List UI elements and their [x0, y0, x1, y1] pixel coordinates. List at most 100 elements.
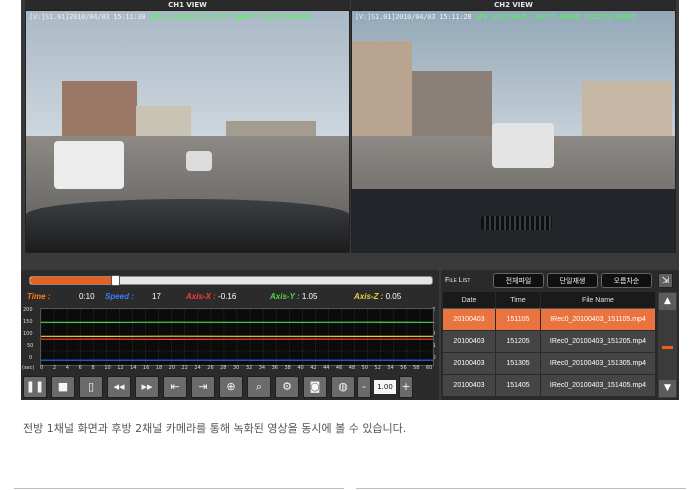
playback-toolbar: - 1.00 + ❚❚ ■ ▯ ◂◂ ▸▸ ⇤ ⇥ ⊕ ⌕ ⚙ ◙ ◍ — [23, 376, 435, 398]
cell-file-name: IRec0_20100403_151105.mp4 — [550, 316, 646, 323]
single-play-button[interactable]: 단일재생 — [547, 273, 598, 288]
graph-x-tick: 34 — [258, 365, 266, 371]
graph-x-tick: 18 — [155, 365, 163, 371]
ch1-scene-truck — [54, 141, 124, 189]
cell-time: 151405 — [496, 375, 541, 396]
ch2-video-panel[interactable]: [V:]S1.01]2010/04/03 15:11:28 GPS S:017k… — [351, 10, 676, 253]
axis-z-value: 0.05 — [385, 292, 402, 301]
file-list-panel: File List 전체파일 단일재생 오름차순 ⇲ Date Time Fil… — [441, 270, 679, 400]
graph-x-tick: 16 — [142, 365, 150, 371]
forward-icon[interactable]: ▸▸ — [135, 376, 159, 398]
axis-z-readout: Axis-Z : 0.05 — [354, 292, 401, 301]
seek-bar-progress — [30, 277, 115, 284]
graph-x-tick: 24 — [194, 365, 201, 371]
seek-bar-handle[interactable] — [111, 275, 121, 286]
graph-x-tick: 42 — [310, 365, 317, 371]
map-globe-icon[interactable]: ◍ — [331, 376, 355, 398]
table-row[interactable]: 20100403 151305 IRec0_20100403_151305.mp… — [443, 353, 655, 375]
ch2-osd-overlay: [V:]S1.01]2010/04/03 15:11:28 GPS S:017k… — [355, 13, 636, 21]
graph-x-tick: 28 — [220, 365, 227, 371]
cell-time: 151205 — [496, 331, 541, 352]
graph-left-tick: 150 — [23, 319, 33, 325]
all-files-button[interactable]: 전체파일 — [493, 273, 544, 288]
ch2-view-title: CH2 VIEW — [351, 0, 676, 10]
axis-y-label: Axis-Y : — [270, 292, 300, 301]
column-header-file-name[interactable]: File Name — [541, 292, 655, 308]
time-value: 0:10 — [79, 292, 95, 301]
column-header-time[interactable]: Time — [496, 292, 541, 308]
cell-date: 20100403 — [443, 331, 496, 352]
settings-gear-icon[interactable]: ⚙ — [275, 376, 299, 398]
graph-left-tick: 50 — [27, 343, 34, 349]
ch2-scene-vent — [481, 215, 553, 231]
cell-file-name: IRec0_20100403_151305.mp4 — [549, 360, 647, 367]
rewind-icon[interactable]: ◂◂ — [107, 376, 131, 398]
table-row[interactable]: 20100403 151405 IRec0_20100403_151405.mp… — [443, 375, 655, 397]
file-table-header: Date Time File Name — [443, 292, 655, 309]
graph-x-tick: 58 — [413, 365, 420, 371]
search-file-icon[interactable]: ⌕ — [247, 376, 271, 398]
sensor-graph — [40, 308, 434, 366]
graph-x-tick: 36 — [271, 365, 278, 371]
cell-time: 151105 — [496, 309, 541, 330]
graph-x-tick: 22 — [181, 365, 188, 371]
scroll-down-icon[interactable]: ▼ — [659, 380, 676, 397]
ch2-osd-rest: S:017km/h la3717.09009 lo12713.00055 — [491, 13, 637, 21]
speed-value: 17 — [152, 292, 161, 301]
cell-time: 151305 — [496, 353, 541, 374]
ch2-osd-prefix: [V:]S1.01]2010/04/03 15:11:28 — [355, 13, 472, 21]
stop-icon[interactable]: ■ — [51, 376, 75, 398]
graph-x-tick: 52 — [374, 365, 381, 371]
graph-x-tick: 12 — [117, 365, 124, 371]
next-frame-icon[interactable]: ⇥ — [191, 376, 215, 398]
axis-x-readout: Axis-X : -0.16 — [186, 292, 236, 301]
graph-x-tick: 30 — [233, 365, 240, 371]
ch1-osd-prefix: [V:]S1.01]2010/04/03 15:11:30 — [29, 13, 146, 21]
divider-left — [14, 488, 344, 489]
sort-ascending-button[interactable]: 오름차순 — [601, 273, 652, 288]
speed-readout: Speed : — [105, 292, 134, 301]
graph-x-tick: 10 — [104, 365, 111, 371]
seek-bar[interactable] — [29, 275, 433, 286]
column-header-date[interactable]: Date — [443, 292, 496, 308]
zoom-out-button[interactable]: - — [357, 376, 371, 398]
pause-icon[interactable]: ❚❚ — [23, 376, 47, 398]
graph-x-tick: 46 — [335, 365, 343, 371]
graph-x-tick: 6 — [78, 365, 82, 371]
ch2-osd-gps: GPS — [475, 13, 488, 21]
file-open-icon[interactable]: ▯ — [79, 376, 103, 398]
table-row[interactable]: 20100403 151205 IRec0_20100403_151205.mp… — [443, 331, 655, 353]
graph-x-tick: 26 — [207, 365, 214, 371]
ch1-video-panel[interactable]: [V:]S1.01]2010/04/03 15:11:30 GPS S:017k… — [25, 10, 350, 253]
ch1-osd-rest: S:017km/h la3717.08087 lo12713.06548 — [165, 13, 311, 21]
ch1-scene-hood — [26, 198, 349, 252]
ch2-scene-car — [492, 123, 554, 168]
playback-control-panel: Time : 0:10 Speed : 17 Axis-X : -0.16 Ax… — [21, 270, 439, 400]
prev-frame-icon[interactable]: ⇤ — [163, 376, 187, 398]
graph-x-tick: 48 — [348, 365, 356, 371]
sensor-graph-plot — [40, 308, 434, 366]
axis-x-label: Axis-X : — [186, 292, 216, 301]
file-list-title: File List — [445, 277, 471, 284]
table-row[interactable]: 20100403 151105 IRec0_20100403_151105.mp… — [443, 309, 655, 331]
graph-x-tick: 56 — [400, 365, 407, 371]
scroll-thumb[interactable] — [662, 346, 673, 349]
expand-panel-icon[interactable]: ⇲ — [658, 273, 673, 288]
time-readout: Time : — [27, 292, 50, 301]
snapshot-camera-icon[interactable]: ◙ — [303, 376, 327, 398]
zoom-in-icon[interactable]: ⊕ — [219, 376, 243, 398]
speed-label: Speed : — [105, 292, 134, 301]
zoom-in-step-button[interactable]: + — [399, 376, 413, 398]
graph-left-tick: 0 — [29, 355, 33, 361]
graph-left-tick: 100 — [23, 331, 33, 337]
speed-value-wrap: 17 — [152, 292, 161, 301]
file-list-scrollbar[interactable]: ▲ ▼ — [658, 292, 677, 398]
scroll-up-icon[interactable]: ▲ — [659, 293, 676, 310]
ch1-scene-car — [186, 151, 212, 171]
graph-x-tick: 54 — [387, 365, 394, 371]
cell-file-name: IRec0_20100403_151405.mp4 — [549, 382, 647, 389]
graph-x-tick: 38 — [284, 365, 291, 371]
axis-x-value: -0.16 — [218, 292, 237, 301]
graph-x-tick: 20 — [168, 365, 176, 371]
cell-date: 20100403 — [443, 353, 496, 374]
